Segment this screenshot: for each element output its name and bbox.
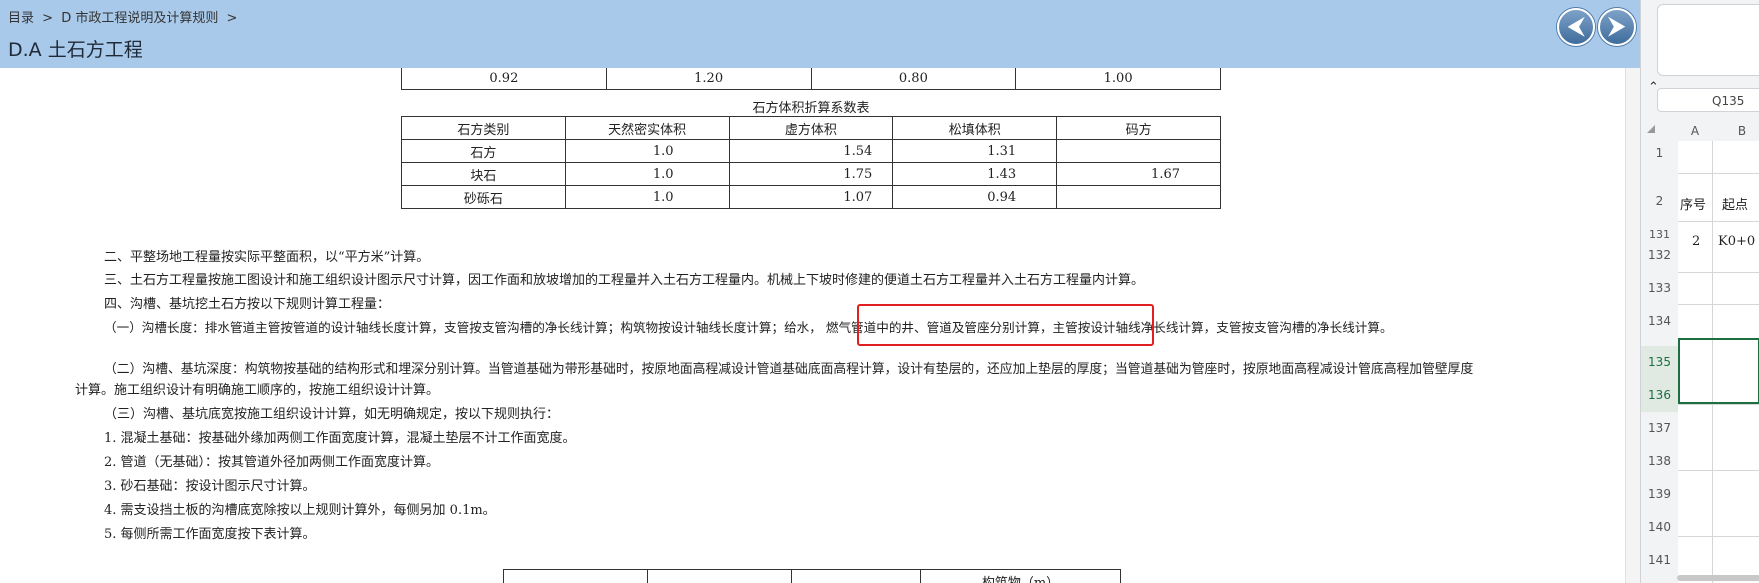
document-scrollbar[interactable] bbox=[1625, 68, 1641, 583]
table-cell: 0.92 bbox=[401, 68, 607, 90]
workface-table-partial: 构筑物（m） bbox=[502, 569, 1121, 583]
row-header[interactable]: 138 bbox=[1641, 454, 1678, 468]
previous-page-button[interactable]: ⮜ bbox=[1557, 8, 1595, 46]
highlight-box bbox=[857, 304, 1154, 346]
row-header[interactable]: 2 bbox=[1641, 194, 1678, 208]
cell-a131[interactable]: 2 bbox=[1692, 234, 1700, 249]
table-cell bbox=[647, 569, 793, 583]
row-header[interactable]: 132 bbox=[1641, 248, 1678, 262]
column-header: 石方类别 bbox=[401, 116, 566, 140]
row-header[interactable]: 135 bbox=[1641, 346, 1678, 379]
stone-conversion-table: 石方类别 天然密实体积 虚方体积 松填体积 码方 石方 1.0 1.54 1.3… bbox=[401, 116, 1221, 209]
breadcrumb-root-link[interactable]: 目录 bbox=[8, 11, 34, 26]
paragraph: 三、土石方工程量按施工图设计和施工组织设计图示尺寸计算，因工作面和放坡增加的工程… bbox=[104, 273, 1145, 288]
table-cell: 1.31 bbox=[892, 139, 1058, 163]
table-cell: 1.0 bbox=[564, 185, 730, 209]
table-cell bbox=[791, 569, 922, 583]
column-header: 松填体积 bbox=[892, 116, 1058, 140]
row-header[interactable]: 131 bbox=[1641, 228, 1678, 241]
table-row: 构筑物（m） bbox=[502, 569, 1121, 583]
paragraph: 计算。施工组织设计有明确施工顺序的，按施工组织设计计算。 bbox=[75, 383, 440, 398]
paragraph: （三）沟槽、基坑底宽按施工组织设计计算，如无明确规定，按以下规则执行： bbox=[104, 407, 560, 422]
next-page-button[interactable]: ⮞ bbox=[1598, 8, 1636, 46]
row-header[interactable]: 141 bbox=[1641, 553, 1678, 567]
table-cell: 块石 bbox=[401, 162, 566, 186]
cell-b131[interactable]: K0+0 bbox=[1718, 234, 1755, 249]
table-cell: 1.0 bbox=[564, 139, 730, 163]
gridline bbox=[1678, 272, 1759, 273]
row-header[interactable]: 140 bbox=[1641, 520, 1678, 534]
table-cell: 1.07 bbox=[728, 185, 894, 209]
table-cell: 1.54 bbox=[728, 139, 894, 163]
document-body: 0.92 1.20 0.80 1.00 石方体积折算系数表 石方类别 天然密实体… bbox=[0, 68, 1625, 583]
table-row: 石方 1.0 1.54 1.31 bbox=[401, 139, 1221, 163]
list-item: 2. 管道（无基础）：按其管道外径加两侧工作面宽度计算。 bbox=[104, 455, 440, 470]
table-row: 块石 1.0 1.75 1.43 1.67 bbox=[401, 162, 1221, 186]
table-row: 砂砾石 1.0 1.07 0.94 bbox=[401, 185, 1221, 209]
gridline bbox=[1678, 221, 1759, 222]
breadcrumb-separator: > bbox=[226, 11, 238, 26]
gridline bbox=[1678, 536, 1759, 537]
table-cell: 1.43 bbox=[892, 162, 1058, 186]
row-header[interactable]: 137 bbox=[1641, 421, 1678, 435]
row-header[interactable]: 139 bbox=[1641, 487, 1678, 501]
table-cell: 石方 bbox=[401, 139, 566, 163]
gridline bbox=[1678, 404, 1759, 405]
table-cell: 1.20 bbox=[605, 68, 812, 90]
row-header[interactable]: 133 bbox=[1641, 281, 1678, 295]
table-cell: 构筑物（m） bbox=[920, 569, 1121, 583]
arrow-left-icon: ⮜ bbox=[1568, 14, 1584, 39]
spreadsheet-toolbar[interactable] bbox=[1657, 4, 1759, 76]
gridline bbox=[1678, 470, 1759, 471]
paragraph: （二）沟槽、基坑深度：构筑物按基础的结构形式和埋深分别计算。当管道基础为带形基础… bbox=[104, 362, 1474, 377]
table-caption: 石方体积折算系数表 bbox=[752, 101, 870, 116]
table-cell: 砂砾石 bbox=[401, 185, 566, 209]
paragraph: 二、平整场地工程量按实际平整面积，以“平方米”计算。 bbox=[104, 250, 430, 265]
select-all-corner[interactable] bbox=[1647, 125, 1655, 133]
breadcrumb-separator: > bbox=[42, 11, 54, 26]
gridline bbox=[1678, 173, 1759, 174]
list-item: 5. 每侧所需工作面宽度按下表计算。 bbox=[104, 527, 316, 542]
list-item: 4. 需支设挡土板的沟槽底宽除按以上规则计算外，每侧另加 0.1m。 bbox=[104, 503, 496, 518]
table-cell: 0.80 bbox=[810, 68, 1017, 90]
cell-b2[interactable]: 起点 bbox=[1722, 194, 1748, 213]
table-cell: 1.00 bbox=[1015, 68, 1221, 90]
name-box[interactable]: Q135 bbox=[1657, 88, 1759, 112]
document-header: 目录 > D 市政工程说明及计算规则 > D.A 土石方工程 ⮜ ⮞ bbox=[0, 0, 1640, 68]
spreadsheet-panel: ⌃ Q135 A B 序号 起点 2 K0+0 1 2 131 132 133 … bbox=[1640, 0, 1759, 583]
breadcrumb-section-link[interactable]: D 市政工程说明及计算规则 bbox=[61, 11, 218, 26]
paragraph: 四、沟槽、基坑挖土石方按以下规则计算工程量： bbox=[104, 297, 391, 312]
column-header: 虚方体积 bbox=[728, 116, 894, 140]
column-header: 天然密实体积 bbox=[564, 116, 730, 140]
table-header-row: 石方类别 天然密实体积 虚方体积 松填体积 码方 bbox=[401, 116, 1221, 140]
breadcrumb: 目录 > D 市政工程说明及计算规则 > bbox=[8, 7, 241, 26]
arrow-right-icon: ⮞ bbox=[1609, 14, 1625, 39]
selected-cell[interactable] bbox=[1678, 338, 1759, 404]
volume-table-partial: 0.92 1.20 0.80 1.00 bbox=[401, 68, 1221, 90]
column-header: 码方 bbox=[1056, 116, 1221, 140]
table-cell: 1.0 bbox=[564, 162, 730, 186]
table-row: 0.92 1.20 0.80 1.00 bbox=[401, 68, 1221, 90]
paragraph: （一）沟槽长度：排水管道主管按管道的设计轴线长度计算，支管按支管沟槽的净长线计算… bbox=[104, 320, 1393, 335]
column-header-a[interactable]: A bbox=[1678, 121, 1712, 141]
table-cell bbox=[502, 569, 649, 583]
list-item: 3. 砂石基础：按设计图示尺寸计算。 bbox=[104, 479, 316, 494]
column-header-b[interactable]: B bbox=[1712, 121, 1759, 141]
gridline bbox=[1678, 304, 1759, 305]
cell-a2[interactable]: 序号 bbox=[1680, 194, 1706, 213]
table-cell: 1.67 bbox=[1056, 162, 1221, 186]
page-title: D.A 土石方工程 bbox=[8, 39, 143, 61]
row-header[interactable]: 136 bbox=[1641, 379, 1678, 412]
table-cell: 0.94 bbox=[892, 185, 1058, 209]
horizontal-scrollbar[interactable] bbox=[1677, 575, 1759, 581]
table-cell bbox=[1056, 185, 1221, 209]
table-cell: 1.75 bbox=[728, 162, 894, 186]
row-header[interactable]: 1 bbox=[1641, 146, 1678, 160]
table-cell bbox=[1056, 139, 1221, 163]
list-item: 1. 混凝土基础：按基础外缘加两侧工作面宽度计算，混凝土垫层不计工作面宽度。 bbox=[104, 431, 576, 446]
row-header[interactable]: 134 bbox=[1641, 314, 1678, 328]
